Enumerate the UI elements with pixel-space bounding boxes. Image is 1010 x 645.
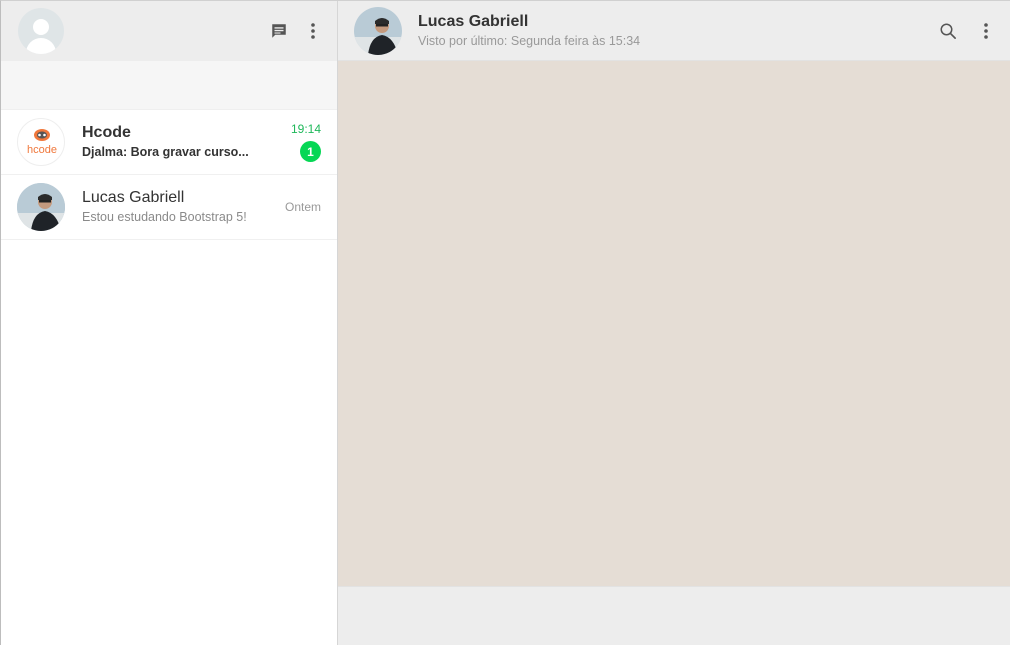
compose-bar[interactable]	[338, 586, 1010, 645]
sidebar-menu-button[interactable]	[303, 21, 323, 41]
contact-status: Visto por último: Segunda feira às 15:34	[418, 33, 641, 48]
sidebar-header-actions	[269, 21, 323, 41]
contact-avatar[interactable]	[354, 6, 402, 55]
contact-name: Lucas Gabriell	[418, 12, 529, 30]
sidebar: hcode Hcode Djalma: Bora gravar curso...…	[1, 1, 338, 645]
search-area[interactable]	[1, 61, 337, 110]
more-vertical-icon	[311, 23, 315, 39]
more-vertical-icon	[984, 22, 988, 39]
chat-meta: Ontem	[285, 183, 321, 231]
messages-area[interactable]	[338, 61, 1010, 586]
unread-badge: 1	[300, 141, 321, 162]
avatar-head-shape	[33, 19, 49, 35]
new-chat-button[interactable]	[269, 21, 289, 41]
chat-last-message: Estou estudando Bootstrap 5!	[82, 210, 247, 224]
conversation-menu-button[interactable]	[976, 21, 996, 41]
chat-list: hcode Hcode Djalma: Bora gravar curso...…	[1, 110, 337, 645]
person-photo	[354, 6, 402, 55]
svg-text:hcode: hcode	[27, 144, 57, 156]
chat-name: Lucas Gabriell	[82, 189, 185, 206]
chat-time: 19:14	[290, 122, 321, 136]
search-button[interactable]	[938, 21, 958, 41]
chat-info: Hcode Djalma: Bora gravar curso...	[82, 123, 291, 161]
message-icon	[272, 24, 286, 38]
hcode-avatar: hcode	[17, 118, 65, 166]
person-photo	[17, 183, 65, 231]
my-avatar[interactable]	[18, 8, 64, 54]
chat-last-message: Djalma: Bora gravar curso...	[82, 145, 249, 159]
hcode-logo: hcode	[27, 129, 57, 156]
chat-name: Hcode	[82, 124, 131, 141]
conversation-header: Lucas Gabriell Visto por último: Segunda…	[338, 1, 1010, 61]
chat-meta: 19:14 1	[291, 118, 321, 166]
conversation-panel: Lucas Gabriell Visto por último: Segunda…	[338, 1, 1010, 645]
search-icon	[940, 23, 956, 39]
sidebar-header	[1, 1, 337, 61]
avatar-body-shape	[26, 38, 56, 54]
chat-info: Lucas Gabriell Estou estudando Bootstrap…	[82, 188, 285, 226]
conversation-actions	[938, 21, 996, 41]
whatsapp-app: hcode Hcode Djalma: Bora gravar curso...…	[0, 0, 1010, 645]
chat-time: Ontem	[284, 200, 321, 214]
contact-info[interactable]: Lucas Gabriell Visto por último: Segunda…	[418, 12, 938, 50]
lucas-avatar	[17, 183, 65, 231]
chat-item-lucas-gabriell[interactable]: Lucas Gabriell Estou estudando Bootstrap…	[1, 175, 337, 240]
chat-item-hcode[interactable]: hcode Hcode Djalma: Bora gravar curso...…	[1, 110, 337, 175]
